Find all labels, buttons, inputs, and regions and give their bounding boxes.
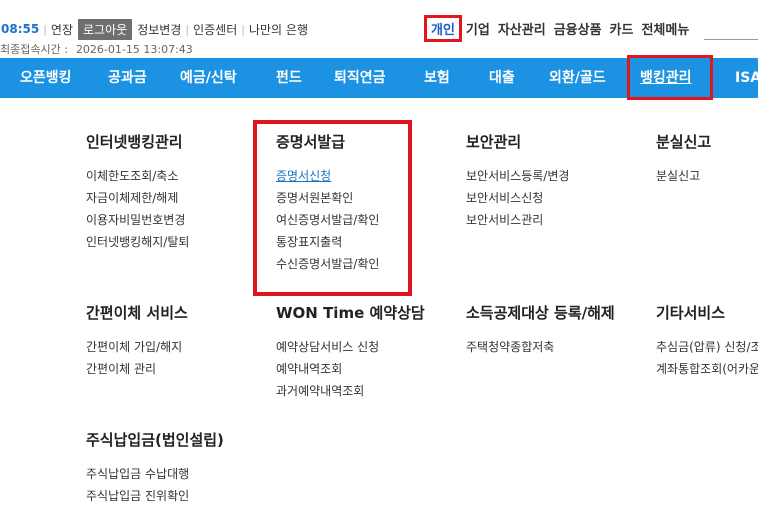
info-change-link[interactable]: 정보변경 xyxy=(137,21,181,38)
menu-title: 소득공제대상 등록/해제 xyxy=(466,304,615,322)
divider: | xyxy=(43,22,47,36)
menu-item[interactable]: 주택청약종합저축 xyxy=(466,336,615,358)
top-nav-personal[interactable]: 개인 xyxy=(424,14,462,42)
menu-title: 인터넷뱅킹관리 xyxy=(86,133,183,151)
top-nav-products[interactable]: 금융상품 xyxy=(554,19,602,38)
main-nav-isa[interactable]: ISA xyxy=(735,58,758,98)
menu-item[interactable]: 분실신고 xyxy=(656,165,711,187)
extend-session-link[interactable]: 연장 xyxy=(51,21,73,38)
menu-item[interactable]: 예약상담서비스 신청 xyxy=(276,336,425,358)
menu-other: 기타서비스 추심금(압류) 신청/조회 계좌통합조회(어카운트인포) xyxy=(656,302,758,380)
menu-item[interactable]: 간편이체 가입/해지 xyxy=(86,336,188,358)
logout-button[interactable]: 로그아웃 xyxy=(78,18,133,40)
top-nav-asset[interactable]: 자산관리 xyxy=(498,19,546,38)
divider: | xyxy=(185,22,190,36)
main-nav-insurance[interactable]: 보험 xyxy=(424,58,450,98)
menu-item[interactable]: 인터넷뱅킹해지/탈퇴 xyxy=(86,231,189,253)
menu-item[interactable]: 이용자비밀번호변경 xyxy=(86,209,189,231)
last-login: 최종접속시간 : 2026-01-15 13:07:43 xyxy=(0,41,193,57)
last-login-label: 최종접속시간 : xyxy=(0,43,68,56)
main-nav-open-banking[interactable]: 오픈뱅킹 xyxy=(20,58,72,98)
main-nav-pension[interactable]: 퇴직연금 xyxy=(334,58,386,98)
menu-loss-report: 분실신고 분실신고 xyxy=(656,131,711,187)
main-nav-loan[interactable]: 대출 xyxy=(489,58,515,98)
menu-title: 간편이체 서비스 xyxy=(86,304,188,322)
top-nav-all-menu[interactable]: 전체메뉴 xyxy=(641,19,689,38)
menu-title: 보안관리 xyxy=(466,133,522,151)
menu-income-deduction: 소득공제대상 등록/해제 주택청약종합저축 xyxy=(466,302,615,358)
menu-item[interactable]: 주식납입금 진위확인 xyxy=(86,485,224,507)
menu-stock-payment: 주식납입금(법인설립) 주식납입금 수납대행 주식납입금 진위확인 xyxy=(86,429,224,507)
menu-item[interactable]: 간편이체 관리 xyxy=(86,358,188,380)
menu-item[interactable]: 과거예약내역조회 xyxy=(276,380,425,402)
last-login-time: 2026-01-15 13:07:43 xyxy=(75,43,193,56)
menu-item[interactable]: 보안서비스등록/변경 xyxy=(466,165,569,187)
menu-title: 기타서비스 xyxy=(656,304,726,322)
divider: | xyxy=(241,22,245,36)
menu-item[interactable]: 추심금(압류) 신청/조회 xyxy=(656,336,758,358)
main-nav-deposit[interactable]: 예금/신탁 xyxy=(180,58,237,98)
menu-title: WON Time 예약상담 xyxy=(276,304,425,322)
selected-highlight xyxy=(627,55,713,100)
menu-internet-banking: 인터넷뱅킹관리 이체한도조회/축소 자금이체제한/해제 이용자비밀번호변경 인터… xyxy=(86,131,189,253)
menu-item[interactable]: 주식납입금 수납대행 xyxy=(86,463,224,485)
my-bank-link[interactable]: 나만의 은행 xyxy=(249,21,308,38)
menu-easy-transfer: 간편이체 서비스 간편이체 가입/해지 간편이체 관리 xyxy=(86,302,188,380)
top-nav-card[interactable]: 카드 xyxy=(610,19,634,38)
menu-item[interactable]: 이체한도조회/축소 xyxy=(86,165,189,187)
menu-title: 주식납입금(법인설립) xyxy=(86,431,224,449)
certificate-highlight xyxy=(253,120,412,296)
main-nav-forex[interactable]: 외환/골드 xyxy=(549,58,606,98)
utility-bar: 08:55 | 연장 로그아웃 정보변경 | 인증센터 | 나만의 은행 xyxy=(0,18,308,40)
menu-item[interactable]: 보안서비스신청 xyxy=(466,187,569,209)
top-nav-business[interactable]: 기업 xyxy=(466,19,490,38)
menu-item[interactable]: 예약내역조회 xyxy=(276,358,425,380)
top-nav: 개인 기업 자산관리 금융상품 카드 전체메뉴 xyxy=(424,14,697,42)
menu-item[interactable]: 보안서비스관리 xyxy=(466,209,569,231)
menu-item[interactable]: 자금이체제한/해제 xyxy=(86,187,189,209)
menu-title: 분실신고 xyxy=(656,133,712,151)
menu-item[interactable]: 계좌통합조회(어카운트인포) xyxy=(656,358,758,380)
search-input[interactable] xyxy=(704,39,758,40)
main-nav-utilities[interactable]: 공과금 xyxy=(108,58,147,98)
session-timer: 08:55 xyxy=(1,22,40,36)
menu-security: 보안관리 보안서비스등록/변경 보안서비스신청 보안서비스관리 xyxy=(466,131,569,231)
menu-won-time: WON Time 예약상담 예약상담서비스 신청 예약내역조회 과거예약내역조회 xyxy=(276,302,425,402)
main-nav-fund[interactable]: 펀드 xyxy=(276,58,302,98)
cert-center-link[interactable]: 인증센터 xyxy=(193,21,237,38)
